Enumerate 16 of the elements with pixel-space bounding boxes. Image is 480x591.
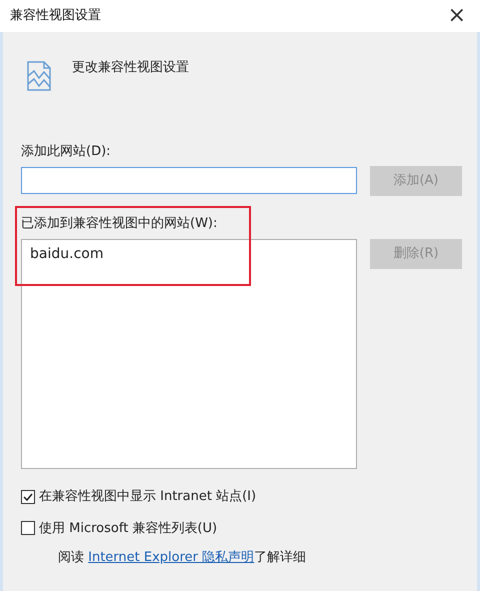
picture-file-icon [26,60,52,92]
checkbox[interactable] [21,490,35,504]
website-list[interactable]: baidu.com [21,239,357,469]
list-item[interactable]: baidu.com [28,244,106,265]
dialog-heading: 更改兼容性视图设置 [72,59,189,77]
checkbox[interactable] [21,521,35,536]
privacy-link[interactable]: Internet Explorer 隐私声明 [88,550,254,565]
list-label: 已添加到兼容性视图中的网站(W): [21,214,218,232]
privacy-text: 阅读 Internet Explorer 隐私声明了解详细 [58,550,306,565]
website-input-field[interactable] [21,167,357,194]
checkbox-label: 使用 Microsoft 兼容性列表(U) [39,520,218,538]
check-icon [23,492,33,502]
window-title: 兼容性视图设置 [10,7,101,26]
field-label: 添加此网站(D): [20,143,112,161]
checkbox-label: 在兼容性视图中显示 Intranet 站点(I) [39,488,256,506]
close-button[interactable]: × [448,5,466,27]
